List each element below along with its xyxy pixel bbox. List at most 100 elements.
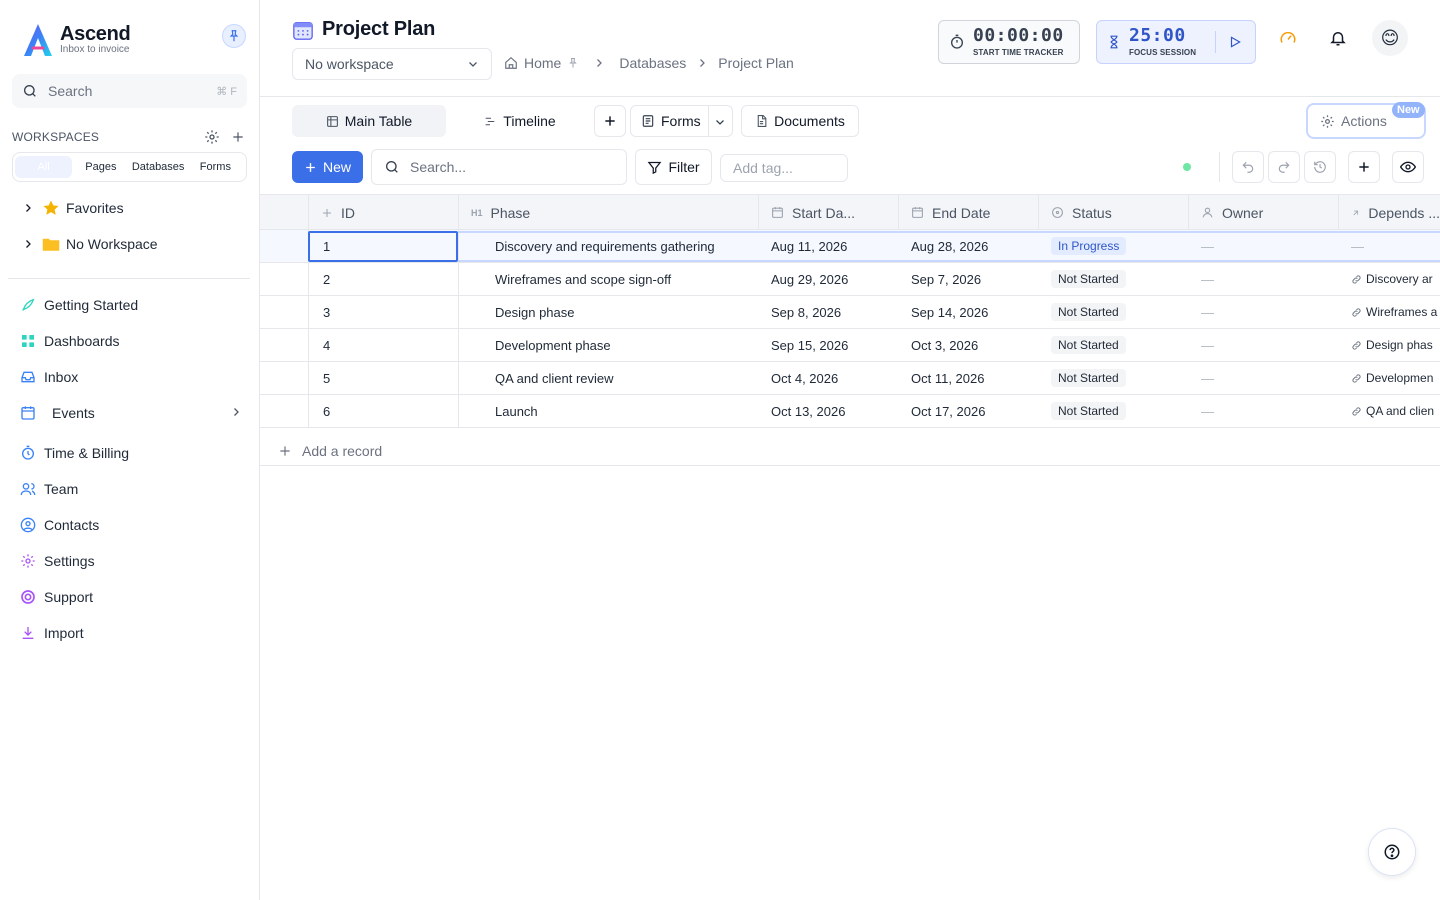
- cell-owner[interactable]: —: [1188, 296, 1338, 328]
- add-record-button[interactable]: Add a record: [260, 436, 1440, 466]
- cell-end-date[interactable]: Sep 14, 2026: [898, 296, 1038, 328]
- ws-tab-databases[interactable]: Databases: [130, 156, 187, 178]
- avatar[interactable]: 😊: [1372, 20, 1408, 56]
- tab-main-table[interactable]: Main Table: [292, 105, 446, 137]
- nav-team[interactable]: Team: [20, 477, 78, 501]
- nav-settings[interactable]: Settings: [20, 549, 95, 573]
- new-record-button[interactable]: New: [292, 151, 363, 183]
- depends-link[interactable]: Discovery ar: [1351, 272, 1433, 286]
- table-search-input[interactable]: Search...: [371, 149, 627, 185]
- cell-status[interactable]: Not Started: [1038, 329, 1188, 361]
- cell-owner[interactable]: —: [1188, 362, 1338, 394]
- cell-phase[interactable]: Development phase: [458, 329, 758, 361]
- forms-button[interactable]: Forms: [630, 105, 733, 137]
- cell-id[interactable]: 4: [308, 329, 458, 361]
- undo-button[interactable]: [1232, 151, 1264, 183]
- documents-button[interactable]: Documents: [741, 105, 859, 137]
- ws-tab-pages[interactable]: Pages: [72, 156, 129, 178]
- add-tag-input[interactable]: Add tag...: [720, 154, 848, 182]
- column-header-status[interactable]: Status: [1038, 195, 1188, 230]
- cell-start-date[interactable]: Oct 4, 2026: [758, 362, 898, 394]
- tree-item-favorites[interactable]: Favorites: [20, 196, 124, 220]
- pin-icon[interactable]: [567, 57, 579, 69]
- cell-depends[interactable]: Discovery ar: [1338, 263, 1440, 295]
- sidebar-search[interactable]: Search ⌘ F: [12, 74, 247, 108]
- nav-events[interactable]: Events: [20, 401, 242, 425]
- cell-status[interactable]: Not Started: [1038, 263, 1188, 295]
- history-button[interactable]: [1304, 151, 1336, 183]
- chevron-right-icon[interactable]: [20, 202, 36, 214]
- cell-status[interactable]: Not Started: [1038, 362, 1188, 394]
- table-row[interactable]: 6 Launch Oct 13, 2026 Oct 17, 2026 Not Start…: [260, 395, 1440, 428]
- cell-id[interactable]: 3: [308, 296, 458, 328]
- column-header-id[interactable]: ID: [308, 195, 458, 230]
- cell-phase[interactable]: Launch: [458, 395, 758, 427]
- depends-link[interactable]: Developmen: [1351, 371, 1433, 385]
- cell-end-date[interactable]: Sep 7, 2026: [898, 263, 1038, 295]
- cell-owner[interactable]: —: [1188, 329, 1338, 361]
- workspace-select[interactable]: No workspace: [292, 48, 492, 80]
- cell-status[interactable]: Not Started: [1038, 395, 1188, 427]
- cell-end-date[interactable]: Oct 11, 2026: [898, 362, 1038, 394]
- visibility-button[interactable]: [1392, 151, 1424, 183]
- nav-contacts[interactable]: Contacts: [20, 513, 99, 537]
- nav-getting-started[interactable]: Getting Started: [20, 293, 138, 317]
- add-column-button[interactable]: [1348, 151, 1380, 183]
- chevron-down-icon[interactable]: [714, 115, 726, 131]
- cell-depends[interactable]: Design phas: [1338, 329, 1440, 361]
- nav-dashboards[interactable]: Dashboards: [20, 329, 120, 353]
- breadcrumb-home[interactable]: Home: [524, 55, 561, 71]
- cell-phase[interactable]: Design phase: [458, 296, 758, 328]
- column-header-depends[interactable]: Depends ...: [1338, 195, 1440, 230]
- column-header-phase[interactable]: H1 Phase: [458, 195, 758, 230]
- chevron-right-icon[interactable]: [20, 238, 36, 250]
- speed-button[interactable]: [1278, 28, 1298, 48]
- ws-tab-forms[interactable]: Forms: [187, 156, 244, 178]
- pin-sidebar-button[interactable]: [222, 24, 246, 48]
- cell-id[interactable]: 2: [308, 263, 458, 295]
- nav-time-billing[interactable]: Time & Billing: [20, 441, 129, 465]
- play-button[interactable]: [1215, 31, 1245, 53]
- cell-owner[interactable]: —: [1188, 263, 1338, 295]
- cell-phase[interactable]: QA and client review: [458, 362, 758, 394]
- notifications-button[interactable]: [1328, 28, 1348, 48]
- cell-status[interactable]: Not Started: [1038, 296, 1188, 328]
- cell-owner[interactable]: —: [1188, 395, 1338, 427]
- depends-link[interactable]: QA and clien: [1351, 404, 1434, 418]
- depends-link[interactable]: Design phas: [1351, 338, 1433, 352]
- workspace-settings-button[interactable]: [203, 128, 221, 146]
- depends-link[interactable]: Wireframes a: [1351, 305, 1437, 319]
- cell-start-date[interactable]: Oct 13, 2026: [758, 395, 898, 427]
- chevron-right-icon[interactable]: [230, 405, 242, 421]
- cell-id[interactable]: 5: [308, 362, 458, 394]
- cell-start-date[interactable]: Aug 29, 2026: [758, 263, 898, 295]
- cell-depends[interactable]: QA and clien: [1338, 395, 1440, 427]
- add-workspace-button[interactable]: [229, 128, 247, 146]
- cell-depends[interactable]: Developmen: [1338, 362, 1440, 394]
- column-header-start-date[interactable]: Start Da...: [758, 195, 898, 230]
- table-row[interactable]: 2 Wireframes and scope sign-off Aug 29, 20…: [260, 263, 1440, 296]
- column-header-end-date[interactable]: End Date: [898, 195, 1038, 230]
- table-row[interactable]: 5 QA and client review Oct 4, 2026 Oct 11, …: [260, 362, 1440, 395]
- cell-end-date[interactable]: Oct 3, 2026: [898, 329, 1038, 361]
- breadcrumb-databases[interactable]: Databases: [619, 55, 686, 71]
- focus-session-widget[interactable]: 25:00 FOCUS SESSION: [1096, 20, 1256, 64]
- cell-start-date[interactable]: Sep 15, 2026: [758, 329, 898, 361]
- brand[interactable]: Ascend Inbox to invoice: [22, 22, 131, 58]
- cell-phase[interactable]: Wireframes and scope sign-off: [458, 263, 758, 295]
- column-header-owner[interactable]: Owner: [1188, 195, 1338, 230]
- nav-import[interactable]: Import: [20, 621, 84, 645]
- help-button[interactable]: [1368, 828, 1416, 876]
- cell-end-date[interactable]: Oct 17, 2026: [898, 395, 1038, 427]
- ws-tab-all[interactable]: All: [15, 156, 73, 178]
- nav-inbox[interactable]: Inbox: [20, 365, 78, 389]
- table-row[interactable]: 3 Design phase Sep 8, 2026 Sep 14, 2026 Not …: [260, 296, 1440, 329]
- cell-start-date[interactable]: Sep 8, 2026: [758, 296, 898, 328]
- cell-depends[interactable]: Wireframes a: [1338, 296, 1440, 328]
- nav-support[interactable]: Support: [20, 585, 93, 609]
- tab-timeline[interactable]: Timeline: [470, 105, 570, 137]
- tree-item-no-workspace[interactable]: No Workspace: [20, 232, 158, 256]
- cell-id[interactable]: 6: [308, 395, 458, 427]
- filter-button[interactable]: Filter: [635, 149, 712, 185]
- table-row[interactable]: 4 Development phase Sep 15, 2026 Oct 3, 202…: [260, 329, 1440, 362]
